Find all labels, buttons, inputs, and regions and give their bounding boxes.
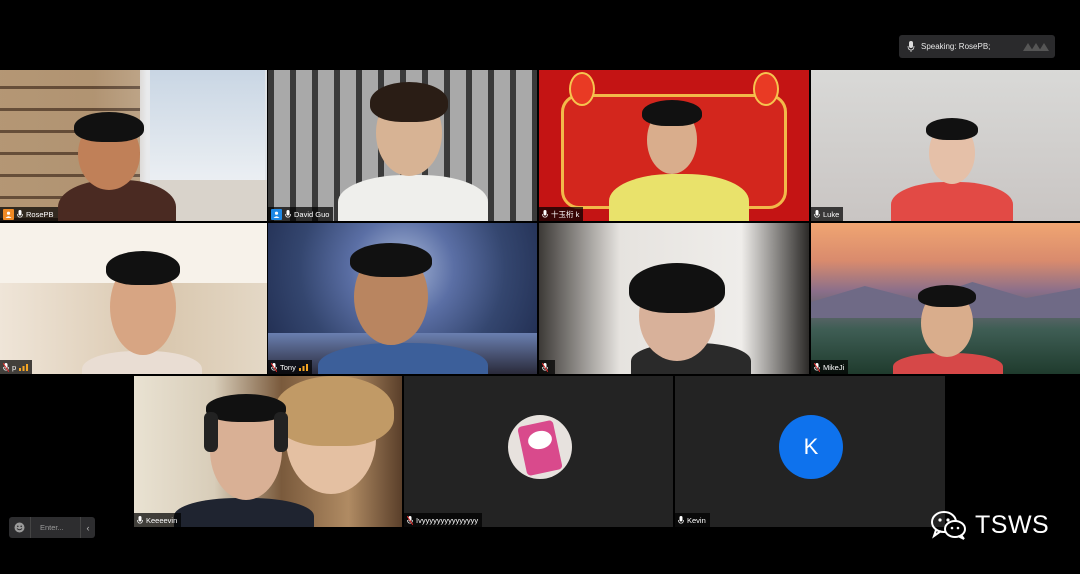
participant-name: 十玉桁 k xyxy=(551,209,580,219)
microphone-icon xyxy=(285,209,291,218)
participant-nameplate: 十玉桁 k xyxy=(539,207,584,221)
participant-nameplate: Keeeevin xyxy=(134,513,182,527)
microphone-muted-icon xyxy=(814,362,820,372)
speaking-label: Speaking: RosePB; xyxy=(921,42,991,51)
participant-nameplate: Kevin xyxy=(675,513,710,527)
chevron-left-icon[interactable]: ‹ xyxy=(81,523,95,533)
video-feed xyxy=(134,376,402,527)
participant-name: RosePB xyxy=(26,209,54,219)
participant-nameplate xyxy=(539,360,555,374)
wechat-icon xyxy=(931,511,966,540)
participant-nameplate: Luke xyxy=(811,207,844,221)
participant-name: Kevin xyxy=(687,515,706,525)
video-tile-david-guo[interactable]: David Guo xyxy=(268,70,537,221)
video-feed xyxy=(268,70,537,221)
participant-name: Luke xyxy=(823,209,840,219)
zoom-logo-icon xyxy=(1023,42,1049,51)
participant-name: Keeeevin xyxy=(146,515,178,525)
user-icon xyxy=(271,208,282,220)
avatar: K xyxy=(779,415,843,479)
profile-picture xyxy=(508,415,572,479)
video-tile-shi-yu-heng[interactable]: 十玉桁 k xyxy=(539,70,809,221)
participant-nameplate: RosePB xyxy=(0,207,58,221)
participant-nameplate: David Guo xyxy=(268,207,334,221)
participant-nameplate: Tony xyxy=(268,360,312,374)
video-tile-luke[interactable]: Luke xyxy=(811,70,1080,221)
video-tile-mikeji[interactable]: MikeJi xyxy=(811,223,1080,374)
microphone-muted-icon xyxy=(542,362,548,372)
participant-name: Ivyyyyyyyyyyyyyyy xyxy=(416,515,479,525)
microphone-muted-icon xyxy=(271,362,277,372)
video-feed xyxy=(268,223,537,374)
video-tile-keeeevin[interactable]: Keeeevin xyxy=(134,376,402,527)
video-tile-rosepb[interactable]: RosePB xyxy=(0,70,267,221)
video-tile-unnamed[interactable] xyxy=(539,223,809,374)
microphone-icon xyxy=(814,209,820,218)
video-tile-kevin[interactable]: K Kevin xyxy=(675,376,945,527)
video-feed xyxy=(539,223,809,374)
watermark-text: TSWS xyxy=(975,510,1050,539)
signal-strength-icon xyxy=(19,363,29,371)
participant-name: MikeJi xyxy=(823,362,845,372)
participant-name: Tony xyxy=(280,362,296,372)
video-tile-p[interactable]: p xyxy=(0,223,267,374)
participant-nameplate: Ivyyyyyyyyyyyyyyy xyxy=(404,513,483,527)
participant-name: p xyxy=(12,362,17,372)
microphone-icon xyxy=(542,209,548,218)
video-tile-ivy[interactable]: Ivyyyyyyyyyyyyyyy xyxy=(404,376,673,527)
signal-strength-icon xyxy=(298,363,308,371)
emoji-icon[interactable] xyxy=(9,517,30,538)
participant-nameplate: p xyxy=(0,360,33,374)
video-feed xyxy=(539,70,809,221)
chat-input-bar[interactable]: Enter... ‹ xyxy=(9,517,95,538)
microphone-muted-icon xyxy=(407,515,413,525)
microphone-icon xyxy=(137,515,143,524)
microphone-icon xyxy=(678,515,684,524)
video-feed xyxy=(0,223,267,374)
microphone-muted-icon xyxy=(3,362,9,372)
video-feed xyxy=(811,70,1080,221)
chat-input[interactable]: Enter... xyxy=(30,517,81,538)
video-feed xyxy=(811,223,1080,374)
speaking-indicator: Speaking: RosePB; xyxy=(899,35,1055,58)
watermark: TSWS xyxy=(931,510,1049,540)
microphone-icon xyxy=(907,41,915,52)
video-feed xyxy=(0,70,267,221)
avatar-letter: K xyxy=(803,434,819,459)
participant-name: David Guo xyxy=(294,209,330,219)
host-icon xyxy=(3,208,14,220)
microphone-icon xyxy=(17,209,23,218)
participant-nameplate: MikeJi xyxy=(811,360,849,374)
video-tile-tony[interactable]: Tony xyxy=(268,223,537,374)
